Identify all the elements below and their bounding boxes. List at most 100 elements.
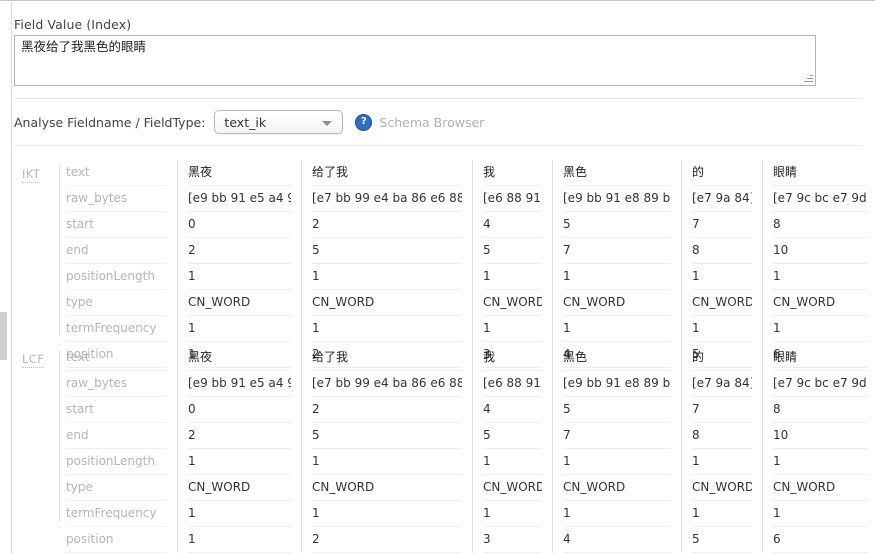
token-termFrequency-cell: 1 [483,501,542,527]
token-raw-bytes-cell: [e7 9c bc e7 9d 9b] [773,186,868,212]
analyzer-tag-divider [59,165,60,337]
token-attribute-label: text [66,160,167,186]
token-attribute-label: termFrequency [66,501,167,527]
token-positionLength-cell: 1 [312,449,462,475]
token-termFrequency-cell: 1 [773,316,868,342]
token-positionLength-cell: 1 [188,264,291,290]
token-raw-bytes-cell: [e7 9a 84] [692,371,752,397]
token-end-cell: 7 [563,423,671,449]
token-start-cell: 2 [312,212,462,238]
token-column: 黑夜[e9 bb 91 e5 a4 9c]021CN_WORD11 [177,345,301,553]
token-attribute-label: end [66,238,167,264]
token-positionLength-cell: 1 [563,264,671,290]
token-type-cell: CN_WORD [312,290,462,316]
token-termFrequency-cell: 1 [563,316,671,342]
fieldtype-select[interactable]: text_ik [214,110,344,134]
token-attribute-labels: text raw_bytes start end positionLength type t… [66,160,177,368]
fieldtype-select-value: text_ik [224,114,267,130]
token-start-cell: 7 [692,212,752,238]
vertical-scrollbar[interactable] [0,2,7,554]
token-text-cell: 我 [483,160,542,186]
token-column: 黑夜[e9 bb 91 e5 a4 9c]021CN_WORD11 [177,160,301,368]
token-position-cell: 4 [563,527,671,553]
token-type-cell: CN_WORD [312,475,462,501]
token-type-cell: CN_WORD [692,475,752,501]
token-start-cell: 5 [563,397,671,423]
token-end-cell: 8 [692,423,752,449]
token-position-cell: 5 [692,527,752,553]
token-termFrequency-cell: 1 [692,316,752,342]
token-attribute-label: positionLength [66,449,167,475]
scrollbar-thumb[interactable] [0,312,7,360]
token-column: 的 [e7 9a 84] 7 8 1 CN_WORD 1 5 [681,160,762,368]
analyse-fieldtype-row: Analyse Fieldname / FieldType: text_ik ?… [14,109,484,135]
analysis-panel: Field Value (Index) Analyse Fieldname / … [0,0,875,554]
token-positionLength-cell: 1 [563,449,671,475]
token-termFrequency-cell: 1 [563,501,671,527]
token-attribute-label: type [66,290,167,316]
help-icon[interactable]: ? [355,113,373,131]
token-text-cell: 黑色 [563,160,671,186]
token-raw-bytes-cell: [e9 bb 91 e5 a4 9c] [188,186,291,212]
token-grid-lcf: text raw_bytes start end positionLength type t… [66,345,875,553]
token-column: 我 [e6 88 91] 4 5 1 CN_WORD 1 3 [472,345,552,553]
token-position-cell: 6 [773,527,868,553]
token-end-cell: 10 [773,423,868,449]
token-attribute-label: termFrequency [66,316,167,342]
token-raw-bytes-cell: [e7 9c bc e7 9d 9b] [773,371,868,397]
token-attribute-label: raw_bytes [66,371,167,397]
token-attribute-label: end [66,423,167,449]
token-type-cell: CN_WORD [188,290,291,316]
analyzer-tag-ikt[interactable]: IKT [22,167,41,183]
token-column: 眼睛[e7 9c bc e7 9d 9b]8101CN_WORD16 [762,345,875,553]
field-value-label: Field Value (Index) [14,17,132,32]
token-end-cell: 10 [773,238,868,264]
token-type-cell: CN_WORD [483,290,542,316]
token-attribute-labels: text raw_bytes start end positionLength type t… [66,345,177,553]
token-end-cell: 2 [188,423,291,449]
chevron-down-icon [322,121,333,126]
token-column: 给了我[e7 bb 99 e4 ba 86 e6 88 91]251CN_WOR… [301,345,472,553]
token-end-cell: 5 [483,423,542,449]
token-termFrequency-cell: 1 [188,501,291,527]
token-start-cell: 0 [188,212,291,238]
token-start-cell: 8 [773,397,868,423]
token-positionLength-cell: 1 [312,264,462,290]
token-end-cell: 7 [563,238,671,264]
token-text-cell: 黑夜 [188,160,291,186]
token-termFrequency-cell: 1 [188,316,291,342]
token-raw-bytes-cell: [e7 9a 84] [692,186,752,212]
token-end-cell: 5 [483,238,542,264]
token-raw-bytes-cell: [e9 bb 91 e8 89 b2] [563,371,671,397]
token-start-cell: 7 [692,397,752,423]
token-text-cell: 我 [483,345,542,371]
token-attribute-label: raw_bytes [66,186,167,212]
token-termFrequency-cell: 1 [483,316,542,342]
token-end-cell: 5 [312,423,462,449]
schema-browser-link[interactable]: Schema Browser [379,115,484,130]
token-position-cell: 3 [483,527,542,553]
analyzer-tag-lcf[interactable]: LCF [22,352,45,368]
token-positionLength-cell: 1 [773,449,868,475]
token-column: 眼睛[e7 9c bc e7 9d 9b]8101CN_WORD16 [762,160,875,368]
token-type-cell: CN_WORD [773,475,868,501]
token-type-cell: CN_WORD [563,290,671,316]
token-start-cell: 5 [563,212,671,238]
token-column: 黑色 [e9 bb 91 e8 89 b2] 5 7 1 CN_WORD 1 4 [552,160,681,368]
token-text-cell: 黑色 [563,345,671,371]
token-text-cell: 的 [692,160,752,186]
token-attribute-label: text [66,345,167,371]
token-positionLength-cell: 1 [483,449,542,475]
token-text-cell: 给了我 [312,345,462,371]
token-start-cell: 8 [773,212,868,238]
token-positionLength-cell: 1 [483,264,542,290]
token-raw-bytes-cell: [e9 bb 91 e5 a4 9c] [188,371,291,397]
field-value-input[interactable] [14,35,816,86]
token-text-cell: 眼睛 [773,160,868,186]
token-start-cell: 2 [312,397,462,423]
token-start-cell: 4 [483,397,542,423]
token-raw-bytes-cell: [e7 bb 99 e4 ba 86 e6 88 91] [312,371,462,397]
section-divider-top [14,98,862,99]
token-position-cell: 1 [188,527,291,553]
token-type-cell: CN_WORD [563,475,671,501]
